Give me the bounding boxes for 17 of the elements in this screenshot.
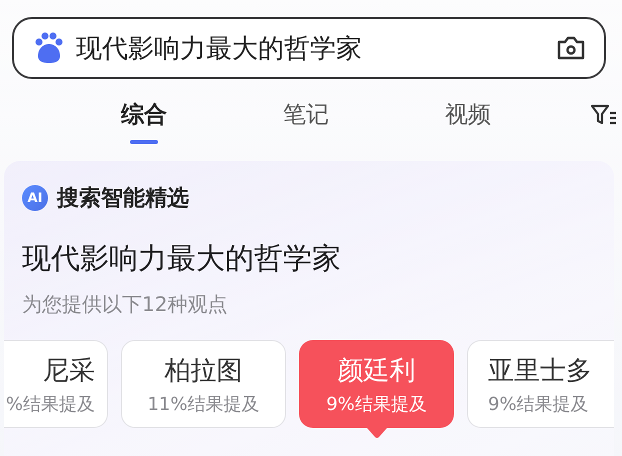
paw-logo-icon	[34, 32, 64, 64]
tab[interactable]: 视频	[445, 99, 491, 130]
viewpoint-chip[interactable]: 柏拉图 11%结果提及	[121, 340, 286, 428]
search-bar[interactable]: 现代影响力最大的哲学家	[12, 17, 606, 79]
tab[interactable]: 笔记	[283, 99, 329, 130]
card-subtitle: 为您提供以下12种观点	[22, 291, 228, 318]
pointer-tail	[366, 428, 386, 438]
filter-icon[interactable]	[590, 103, 618, 127]
camera-icon[interactable]	[556, 34, 586, 62]
search-input[interactable]: 现代影响力最大的哲学家	[76, 33, 544, 63]
ai-badge: AI	[22, 185, 48, 211]
tab[interactable]: 综合	[121, 99, 167, 130]
card-title: 现代影响力最大的哲学家	[22, 240, 342, 277]
card-heading: 搜索智能精选	[57, 185, 189, 213]
viewpoint-chip[interactable]: 尼采 %结果提及	[4, 340, 108, 428]
tab-indicator	[130, 140, 158, 144]
viewpoint-chip[interactable]: 亚里士多 9%结果提及	[467, 340, 614, 428]
